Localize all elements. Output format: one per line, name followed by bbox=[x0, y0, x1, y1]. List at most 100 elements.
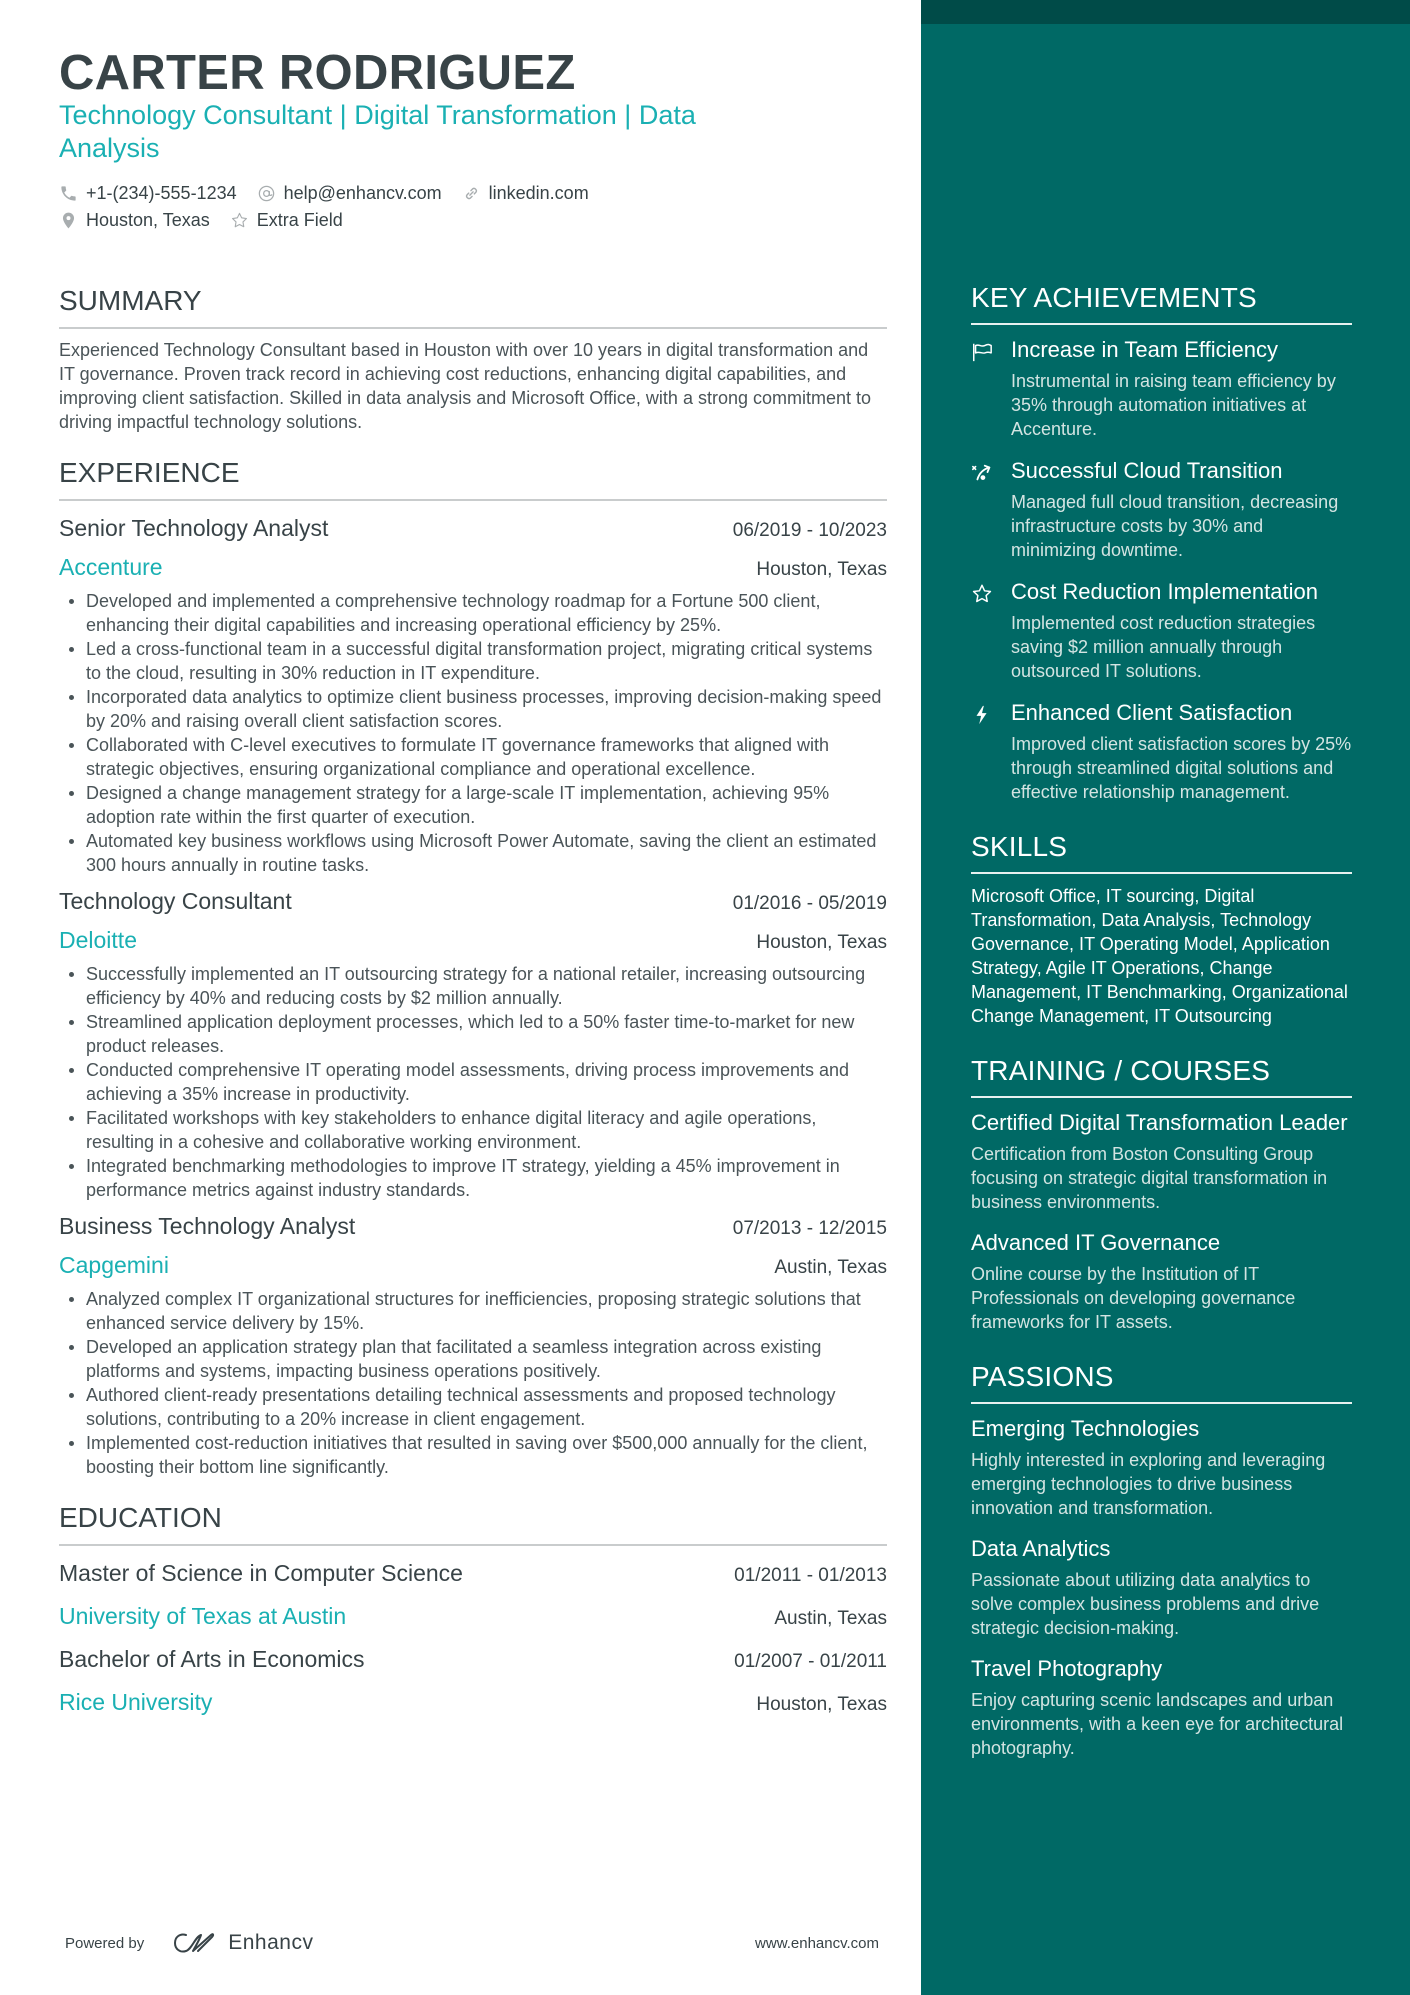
contact-email[interactable]: help@enhancv.com bbox=[257, 180, 442, 207]
powered-by-label: Powered by bbox=[65, 1934, 145, 1952]
training-heading: TRAINING / COURSES bbox=[971, 1054, 1352, 1098]
candidate-name: CARTER RODRIGUEZ bbox=[59, 46, 576, 100]
lightning-icon bbox=[976, 705, 987, 725]
job-bullet: Conducted comprehensive IT operating mod… bbox=[59, 1058, 887, 1106]
experience-section: EXPERIENCE Senior Technology Analyst 06/… bbox=[59, 456, 887, 1479]
job-bullet: Facilitated workshops with key stakehold… bbox=[59, 1106, 887, 1154]
education-dates: 01/2011 - 01/2013 bbox=[734, 1565, 887, 1586]
contact-location: Houston, Texas bbox=[59, 207, 210, 234]
company-name: Deloitte bbox=[59, 927, 137, 953]
passion-item: Emerging Technologies Highly interested … bbox=[971, 1414, 1352, 1520]
job-location: Houston, Texas bbox=[756, 559, 887, 580]
sidebar: KEY ACHIEVEMENTS Increase in Team Effici… bbox=[921, 0, 1410, 1995]
training-desc: Certification from Boston Consulting Gro… bbox=[971, 1144, 1328, 1212]
brand-name: Enhancv bbox=[228, 1931, 314, 1954]
training-title: Certified Digital Transformation Leader bbox=[971, 1110, 1348, 1135]
achievement-title: Cost Reduction Implementation bbox=[1011, 579, 1318, 604]
training-item: Certified Digital Transformation Leader … bbox=[971, 1108, 1352, 1214]
training-item: Advanced IT Governance Online course by … bbox=[971, 1228, 1352, 1334]
company-name: Capgemini bbox=[59, 1252, 169, 1278]
school-name: University of Texas at Austin bbox=[59, 1603, 347, 1629]
school-location: Austin, Texas bbox=[774, 1608, 887, 1629]
at-icon bbox=[258, 185, 274, 202]
achievement-title: Enhanced Client Satisfaction bbox=[1011, 700, 1293, 725]
passion-title: Emerging Technologies bbox=[971, 1416, 1200, 1441]
passion-title: Travel Photography bbox=[971, 1656, 1163, 1681]
contact-location-text: Houston, Texas bbox=[86, 210, 210, 230]
summary-section: SUMMARY Experienced Technology Consultan… bbox=[59, 284, 887, 434]
job-bullets: Analyzed complex IT organizational struc… bbox=[59, 1287, 887, 1479]
job-bullet: Developed an application strategy plan t… bbox=[59, 1335, 887, 1383]
passion-item: Travel Photography Enjoy capturing sceni… bbox=[971, 1654, 1352, 1760]
passion-item: Data Analytics Passionate about utilizin… bbox=[971, 1534, 1352, 1640]
achievement-title: Increase in Team Efficiency bbox=[1011, 337, 1278, 362]
achievement-item: Cost Reduction Implementation Implemente… bbox=[971, 577, 1352, 683]
job-bullets: Developed and implemented a comprehensiv… bbox=[59, 589, 887, 877]
star-icon bbox=[231, 212, 247, 228]
job-dates: 01/2016 - 05/2019 bbox=[732, 893, 887, 914]
passions-section: PASSIONS Emerging Technologies Highly in… bbox=[971, 1360, 1352, 1760]
enhancv-logo[interactable]: Enhancv bbox=[172, 1930, 313, 1956]
flag-icon bbox=[973, 343, 992, 362]
job-bullet: Automated key business workflows using M… bbox=[59, 829, 887, 877]
job-title: Technology Consultant bbox=[59, 888, 292, 914]
passions-heading: PASSIONS bbox=[971, 1360, 1352, 1404]
footer: Powered by Enhancv www.enhancv.com bbox=[65, 1928, 879, 1958]
job-bullet: Successfully implemented an IT outsourci… bbox=[59, 962, 887, 1010]
skills-section: SKILLS Microsoft Office, IT sourcing, Di… bbox=[971, 830, 1352, 1028]
company-name: Accenture bbox=[59, 554, 163, 580]
job-dates: 07/2013 - 12/2015 bbox=[732, 1218, 887, 1239]
job-bullet: Implemented cost-reduction initiatives t… bbox=[59, 1431, 887, 1479]
job-bullets: Successfully implemented an IT outsourci… bbox=[59, 962, 887, 1202]
degree: Bachelor of Arts in Economics bbox=[59, 1646, 365, 1672]
training-title: Advanced IT Governance bbox=[971, 1230, 1221, 1255]
passion-desc: Passionate about utilizing data analytic… bbox=[971, 1570, 1320, 1638]
job-bullet: Integrated benchmarking methodologies to… bbox=[59, 1154, 887, 1202]
summary-heading: SUMMARY bbox=[59, 284, 887, 329]
achievement-item: Increase in Team Efficiency Instrumental… bbox=[971, 335, 1352, 441]
contact-linkedin-text: linkedin.com bbox=[488, 183, 589, 203]
enhancv-logo-icon bbox=[174, 1933, 215, 1953]
contact-extra-field-text: Extra Field bbox=[256, 210, 343, 230]
experience-entry: Technology Consultant 01/2016 - 05/2019 … bbox=[59, 883, 887, 1202]
achievements-section: KEY ACHIEVEMENTS Increase in Team Effici… bbox=[971, 281, 1352, 804]
footer-url[interactable]: www.enhancv.com bbox=[755, 1935, 879, 1952]
achievements-heading: KEY ACHIEVEMENTS bbox=[971, 281, 1352, 325]
achievement-desc: Instrumental in raising team efficiency … bbox=[1011, 371, 1336, 439]
contact-phone-text: +1-(234)-555-1234 bbox=[86, 183, 237, 203]
contact-info: +1-(234)-555-1234 help@enhancv.com linke… bbox=[59, 180, 819, 234]
school-name: Rice University bbox=[59, 1689, 213, 1715]
contact-linkedin[interactable]: linkedin.com bbox=[462, 180, 589, 207]
skills-list: Microsoft Office, IT sourcing, Digital T… bbox=[971, 886, 1348, 1026]
passion-desc: Highly interested in exploring and lever… bbox=[971, 1450, 1326, 1518]
candidate-title: Technology Consultant | Digital Transfor… bbox=[59, 100, 696, 163]
job-location: Houston, Texas bbox=[756, 932, 887, 953]
job-title: Senior Technology Analyst bbox=[59, 515, 329, 541]
experience-heading: EXPERIENCE bbox=[59, 456, 887, 501]
link-icon bbox=[465, 187, 477, 200]
job-bullet: Collaborated with C-level executives to … bbox=[59, 733, 887, 781]
job-bullet: Designed a change management strategy fo… bbox=[59, 781, 887, 829]
education-section: EDUCATION Master of Science in Computer … bbox=[59, 1501, 887, 1723]
job-location: Austin, Texas bbox=[774, 1257, 887, 1278]
education-dates: 01/2007 - 01/2011 bbox=[734, 1651, 887, 1672]
education-heading: EDUCATION bbox=[59, 1501, 887, 1546]
education-entry: Bachelor of Arts in Economics 01/2007 - … bbox=[59, 1641, 887, 1723]
education-entry: Master of Science in Computer Science 01… bbox=[59, 1555, 887, 1637]
contact-extra-field: Extra Field bbox=[230, 207, 343, 234]
achievement-title: Successful Cloud Transition bbox=[1011, 458, 1283, 483]
star-icon bbox=[972, 584, 992, 603]
job-title: Business Technology Analyst bbox=[59, 1213, 356, 1239]
summary-text: Experienced Technology Consultant based … bbox=[59, 340, 872, 432]
contact-phone[interactable]: +1-(234)-555-1234 bbox=[59, 180, 237, 207]
job-bullet: Incorporated data analytics to optimize … bbox=[59, 685, 887, 733]
achievement-item: Enhanced Client Satisfaction Improved cl… bbox=[971, 698, 1352, 804]
job-bullet: Streamlined application deployment proce… bbox=[59, 1010, 887, 1058]
sidebar-top-band bbox=[921, 0, 1410, 24]
job-bullet: Developed and implemented a comprehensiv… bbox=[59, 589, 887, 637]
phone-icon bbox=[61, 186, 76, 201]
job-dates: 06/2019 - 10/2023 bbox=[732, 520, 887, 541]
achievement-desc: Implemented cost reduction strategies sa… bbox=[1011, 613, 1316, 681]
degree: Master of Science in Computer Science bbox=[59, 1560, 463, 1586]
route-arrow-icon bbox=[972, 464, 991, 481]
